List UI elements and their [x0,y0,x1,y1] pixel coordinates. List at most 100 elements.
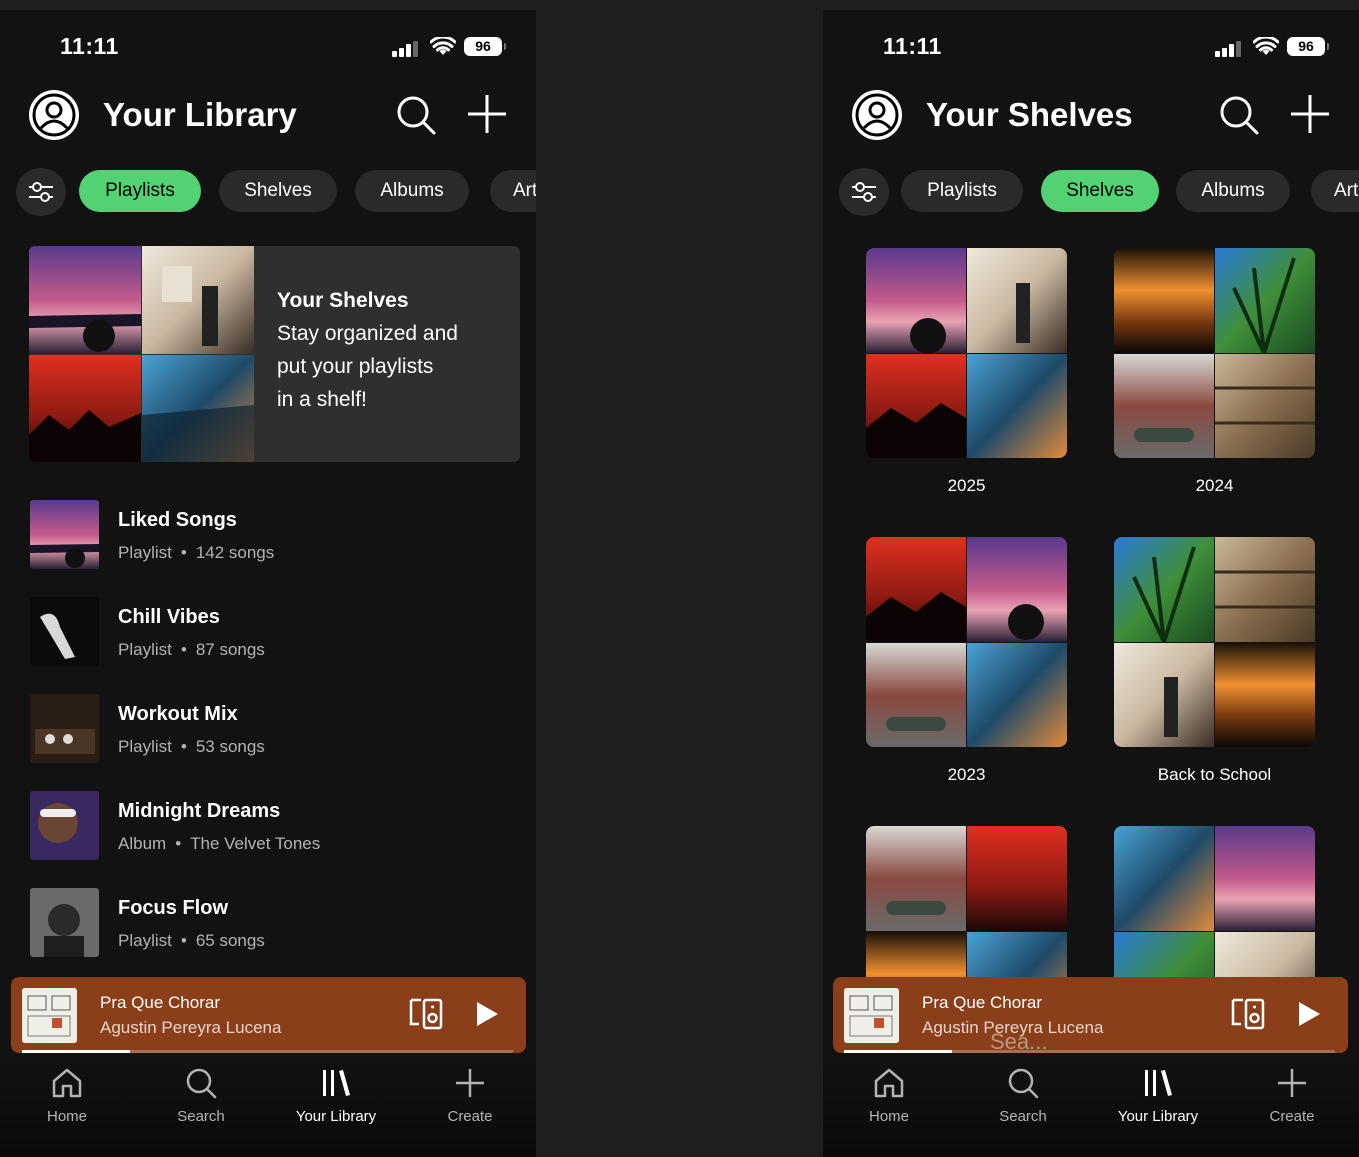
item-title: Midnight Dreams [118,800,281,822]
tab-search[interactable]: Search [146,1067,256,1125]
now-playing-title: Pra Que Chorar [100,993,220,1012]
mini-player[interactable]: Pra Que Chorar Agustin Pereyra Lucena [833,977,1348,1053]
chip-artists[interactable]: Art [1311,170,1359,212]
tab-your-library[interactable]: Your Library [1103,1067,1213,1125]
bottom-tab-bar: Home Search Your Library Create [0,1057,536,1157]
library-icon [323,1070,350,1096]
banner-description-line: in a shelf! [277,388,367,411]
playlist-cover [30,694,99,763]
status-bar: 11:11 96 [823,10,1359,82]
banner-title: Your Shelves [277,289,409,312]
now-playing-cover [22,988,77,1043]
chip-playlists[interactable]: Playlists [901,170,1023,212]
play-icon[interactable] [475,1001,499,1027]
filter-settings-button[interactable] [16,168,66,216]
list-item[interactable]: Focus Flow Playlist • 65 songs [30,888,516,958]
playback-progress[interactable] [22,1050,513,1053]
shelf-cover [1114,537,1315,747]
now-playing-cover [844,988,899,1043]
connect-device-icon[interactable] [409,998,443,1030]
shelf-name: Back to School [1157,765,1272,784]
profile-avatar[interactable] [29,90,79,140]
status-bar: 11:11 96 [0,10,536,82]
item-subtitle: Playlist • 87 songs [118,640,265,659]
home-icon [52,1068,82,1098]
item-subtitle: Playlist • 53 songs [118,737,265,756]
chip-shelves[interactable]: Shelves [219,170,337,212]
tab-create[interactable]: Create [415,1067,525,1125]
shelf-cover [866,248,1067,458]
item-subtitle: Playlist • 65 songs [118,931,265,950]
status-time: 11:11 [60,33,119,59]
tab-search[interactable]: Search [968,1067,1078,1125]
shelf-cover [1114,248,1315,458]
tab-label: Create [447,1108,493,1125]
library-header: Your Library [0,88,536,164]
now-playing-title: Pra Que Chorar [922,993,1042,1012]
chip-artists[interactable]: Art [490,170,536,212]
add-icon[interactable] [466,93,508,135]
shelf-cover [866,537,1067,747]
list-item[interactable]: Workout Mix Playlist • 53 songs [30,694,516,764]
signal-icon [1215,41,1241,57]
library-screen: 11:11 96 Your Library Playlists Shelves … [0,10,536,1157]
chip-albums[interactable]: Albums [355,170,469,212]
playback-progress-fill [844,1050,953,1053]
tab-home[interactable]: Home [834,1067,944,1125]
user-icon [32,93,76,137]
cover-image [142,355,254,462]
search-icon[interactable] [395,94,437,136]
chip-shelves[interactable]: Shelves [1041,170,1159,212]
search-icon [1008,1068,1039,1099]
battery-indicator: 96 [1287,37,1329,56]
tab-label: Your Library [1117,1108,1199,1125]
chip-albums[interactable]: Albums [1176,170,1290,212]
mini-player[interactable]: Pra Que Chorar Agustin Pereyra Lucena [11,977,526,1053]
profile-avatar[interactable] [852,90,902,140]
tab-home[interactable]: Home [12,1067,122,1125]
tab-label: Home [46,1108,87,1125]
cover-image [29,355,141,462]
item-title: Focus Flow [118,897,228,919]
cover-image [29,246,141,354]
playback-progress[interactable] [844,1050,1335,1053]
filter-settings-button[interactable] [839,168,889,216]
list-item[interactable]: Chill Vibes Playlist • 87 songs [30,597,516,667]
tab-label: Home [868,1108,909,1125]
banner-description-line: put your playlists [277,355,434,378]
playlist-cover [30,597,99,666]
playlist-cover [30,888,99,957]
chip-playlists[interactable]: Playlists [79,170,201,212]
list-item[interactable]: Midnight Dreams Album • The Velvet Tones [30,791,516,861]
tab-your-library[interactable]: Your Library [281,1067,391,1125]
status-time: 11:11 [883,33,942,59]
item-title: Workout Mix [118,703,238,725]
search-icon [186,1068,217,1099]
playback-progress-fill [22,1050,131,1053]
tab-label: Your Library [295,1108,377,1125]
wifi-icon [430,37,456,55]
shelf-name: 2024 [1195,476,1234,495]
cover-image [142,246,254,354]
search-icon[interactable] [1218,94,1260,136]
shelves-promo-banner[interactable]: Your Shelves Stay organized and put your… [29,246,520,462]
connect-device-icon[interactable] [1231,998,1265,1030]
item-title: Chill Vibes [118,606,220,628]
play-icon[interactable] [1297,1001,1321,1027]
bottom-tab-bar: Home Search Your Library Create [823,1057,1359,1157]
sliders-icon [29,182,53,202]
tab-label: Search [177,1108,225,1125]
shelves-screen: 11:11 96 Your Shelves Playlists Shelves … [823,10,1359,1157]
plus-icon [1278,1069,1306,1097]
page-title: Your Shelves [926,96,1133,133]
shelves-collage [29,246,254,462]
banner-description-line: Stay organized and [277,322,458,345]
list-item[interactable]: Liked Songs Playlist • 142 songs [30,500,516,570]
filter-bar: Playlists Shelves Albums Art [0,168,536,216]
page-title: Your Library [103,96,297,133]
tab-label: Create [1269,1108,1315,1125]
add-icon[interactable] [1289,93,1331,135]
library-icon [1145,1070,1172,1096]
tab-create[interactable]: Create [1237,1067,1347,1125]
wifi-icon [1253,37,1279,55]
